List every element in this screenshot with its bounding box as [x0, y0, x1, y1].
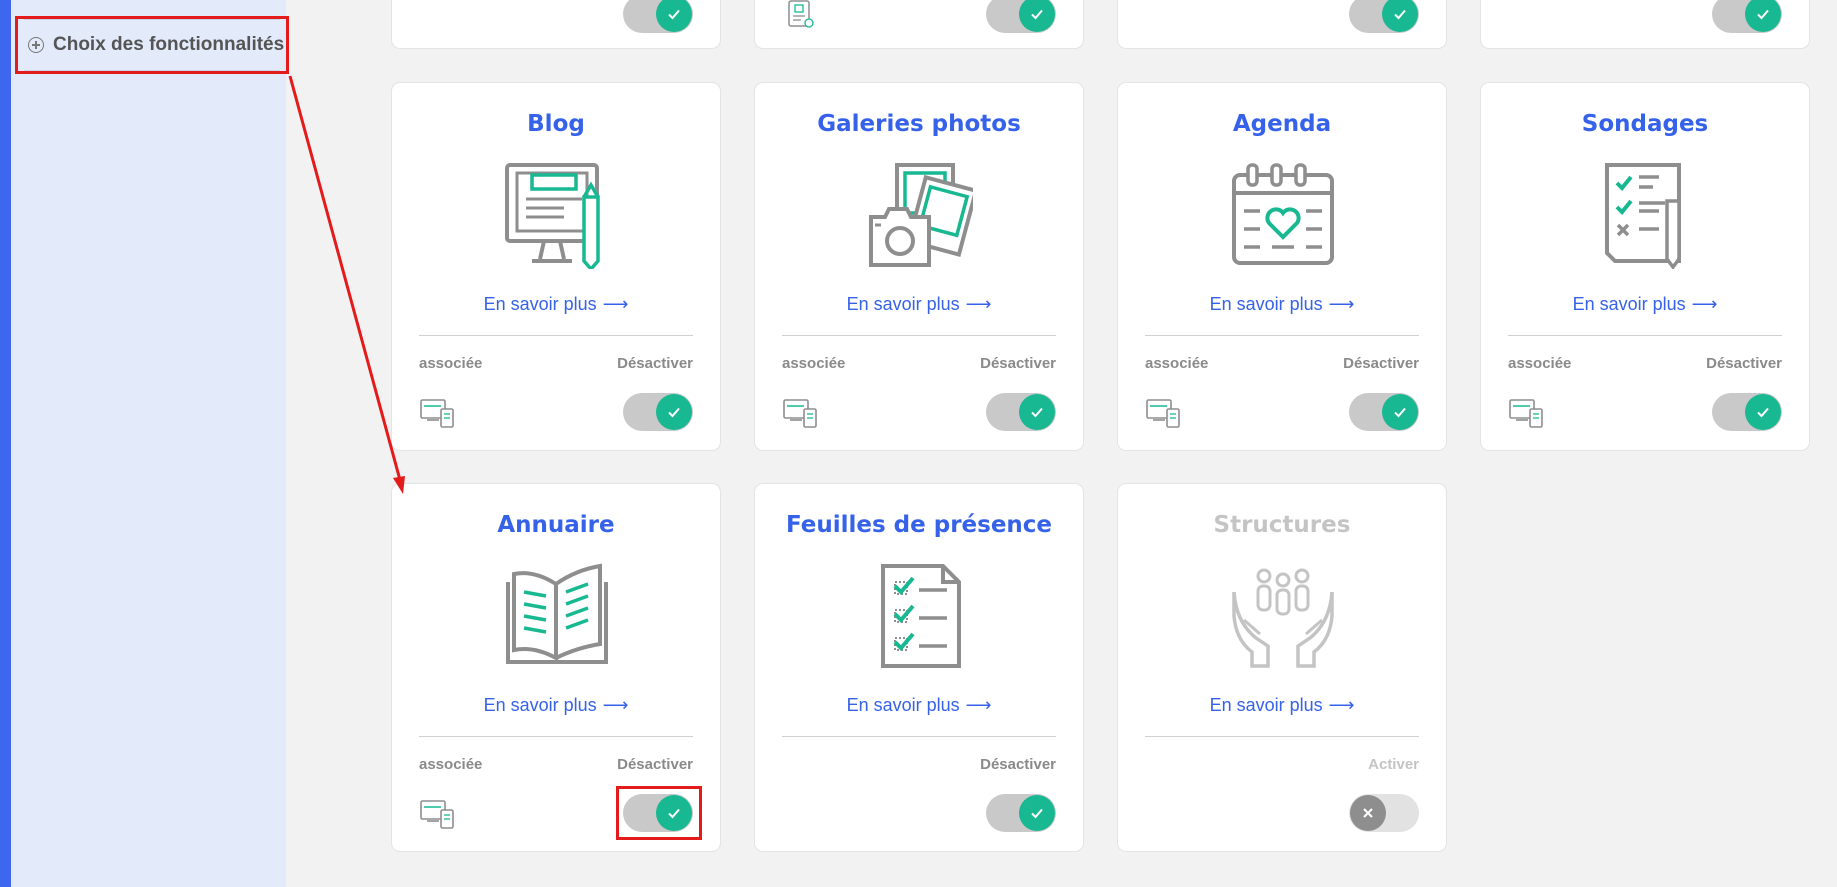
plus-circle-icon: [28, 37, 44, 53]
learn-more-link[interactable]: En savoir plus ⟶: [1481, 294, 1809, 315]
toggle-label: Désactiver: [980, 355, 1056, 372]
arrow-right-icon: ⟶: [602, 294, 629, 314]
check-icon: [656, 394, 692, 430]
blog-icon: [505, 163, 600, 269]
learn-more-label: En savoir plus: [483, 695, 597, 715]
divider: [419, 335, 693, 336]
learn-more-label: En savoir plus: [846, 294, 960, 314]
arrow-right-icon: ⟶: [1328, 294, 1355, 314]
assoc-label: associée: [1145, 355, 1209, 372]
feature-toggle[interactable]: [1349, 393, 1419, 431]
feature-toggle[interactable]: [623, 0, 693, 33]
learn-more-label: En savoir plus: [1209, 695, 1323, 715]
devices-icon: [420, 399, 454, 428]
divider: [782, 335, 1056, 336]
survey-icon: [1605, 163, 1681, 269]
card-title: Sondages: [1581, 111, 1709, 137]
arrow-right-icon: ⟶: [602, 695, 629, 715]
check-icon: [1745, 394, 1781, 430]
learn-more-link[interactable]: En savoir plus ⟶: [392, 695, 720, 716]
document-badge-icon: [788, 0, 814, 28]
attendance-sheet-icon: [881, 564, 961, 668]
card-title: Structures: [1213, 512, 1351, 538]
devices-icon: [420, 800, 454, 829]
card-title: Annuaire: [497, 512, 615, 538]
feature-toggle[interactable]: [623, 393, 693, 431]
divider: [782, 736, 1056, 737]
assoc-label: associée: [1508, 355, 1572, 372]
toggle-label: Désactiver: [617, 756, 693, 773]
card-title: Agenda: [1232, 111, 1332, 137]
card-title: Galeries photos: [817, 111, 1021, 137]
feature-card-structures: Structures En savoir plus ⟶ Activer: [1117, 483, 1447, 852]
feature-toggle[interactable]: [1349, 0, 1419, 33]
toggle-label: Désactiver: [1706, 355, 1782, 372]
assoc-label: associée: [419, 355, 483, 372]
feature-toggle[interactable]: [986, 0, 1056, 33]
toggle-label: Désactiver: [1343, 355, 1419, 372]
feature-toggle[interactable]: [1712, 393, 1782, 431]
check-icon: [1019, 394, 1055, 430]
check-icon: [1745, 0, 1781, 32]
feature-card-agenda: Agenda En savoir plus ⟶ associée Désactiv…: [1117, 82, 1447, 451]
toggle-label: Désactiver: [980, 756, 1056, 773]
learn-more-link[interactable]: En savoir plus ⟶: [755, 695, 1083, 716]
learn-more-link[interactable]: En savoir plus ⟶: [392, 294, 720, 315]
check-icon: [1019, 795, 1055, 831]
close-icon: [1350, 795, 1386, 831]
divider: [1508, 335, 1782, 336]
devices-icon: [1146, 399, 1180, 428]
structures-icon: [1232, 568, 1334, 668]
sidebar: [11, 0, 286, 887]
learn-more-label: En savoir plus: [1572, 294, 1686, 314]
toggle-label: Activer: [1368, 756, 1419, 773]
feature-card-photo-galleries: Galeries photos En savoir plus ⟶ associée…: [754, 82, 1084, 451]
feature-toggle[interactable]: [986, 794, 1056, 832]
learn-more-link[interactable]: En savoir plus ⟶: [1118, 695, 1446, 716]
feature-card-blog: Blog En savoir plus ⟶ associée Désactiver: [391, 82, 721, 451]
left-accent-strip: [0, 0, 11, 887]
divider: [1145, 335, 1419, 336]
feature-card-top-2: [754, 0, 1084, 49]
feature-toggle[interactable]: [1349, 794, 1419, 832]
check-icon: [1019, 0, 1055, 32]
feature-card-attendance-sheets: Feuilles de présence En savoir plus ⟶ Dés…: [754, 483, 1084, 852]
highlight-toggle-annotation: [616, 786, 702, 840]
check-icon: [656, 0, 692, 32]
learn-more-label: En savoir plus: [846, 695, 960, 715]
arrow-right-icon: ⟶: [1328, 695, 1355, 715]
learn-more-link[interactable]: En savoir plus ⟶: [1118, 294, 1446, 315]
assoc-label: associée: [419, 756, 483, 773]
arrow-right-icon: ⟶: [965, 294, 992, 314]
learn-more-link[interactable]: En savoir plus ⟶: [755, 294, 1083, 315]
feature-card-top-3: [1117, 0, 1447, 49]
feature-card-surveys: Sondages En savoir plus ⟶ associée Désact…: [1480, 82, 1810, 451]
learn-more-label: En savoir plus: [483, 294, 597, 314]
toggle-label: Désactiver: [617, 355, 693, 372]
feature-card-top-4: [1480, 0, 1810, 49]
arrow-right-icon: ⟶: [1691, 294, 1718, 314]
devices-icon: [1509, 399, 1543, 428]
check-icon: [1382, 0, 1418, 32]
directory-icon: [506, 563, 608, 664]
photo-gallery-icon: [869, 163, 973, 267]
check-icon: [1382, 394, 1418, 430]
sidebar-item-label: Choix des fonctionnalités: [53, 34, 285, 55]
feature-card-top-1: [391, 0, 721, 49]
feature-toggle[interactable]: [1712, 0, 1782, 33]
calendar-icon: [1232, 163, 1334, 265]
card-title: Feuilles de présence: [785, 512, 1053, 538]
learn-more-label: En savoir plus: [1209, 294, 1323, 314]
assoc-label: associée: [782, 355, 846, 372]
devices-icon: [783, 399, 817, 428]
sidebar-item-feature-choice[interactable]: Choix des fonctionnalités: [15, 16, 289, 74]
arrow-right-icon: ⟶: [965, 695, 992, 715]
card-title: Blog: [527, 111, 585, 137]
divider: [419, 736, 693, 737]
feature-toggle[interactable]: [986, 393, 1056, 431]
divider: [1145, 736, 1419, 737]
